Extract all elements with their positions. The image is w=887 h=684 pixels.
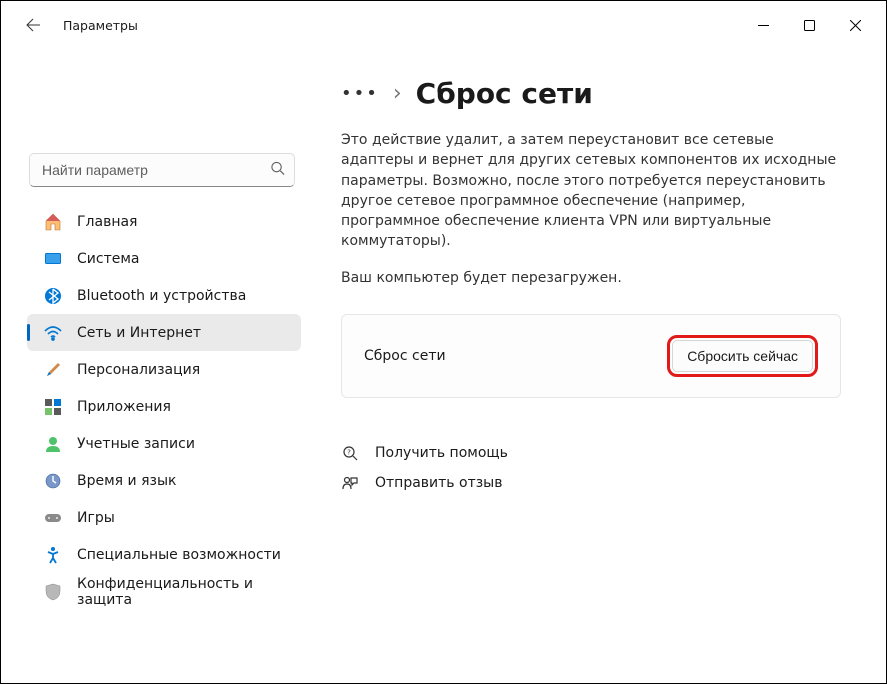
bluetooth-icon [43, 286, 63, 306]
breadcrumb-ellipsis[interactable]: ••• [341, 83, 379, 104]
chevron-right-icon: › [393, 81, 402, 106]
sidebar-nav: Главная Система Bluetooth и устройства С… [1, 203, 309, 610]
sidebar-item-bluetooth[interactable]: Bluetooth и устройства [27, 277, 301, 314]
home-icon [43, 212, 63, 232]
feedback-icon [341, 474, 359, 492]
get-help-link[interactable]: ? Получить помощь [341, 438, 841, 468]
sidebar-item-home[interactable]: Главная [27, 203, 301, 240]
sidebar-item-label: Игры [77, 510, 115, 526]
sidebar-item-network[interactable]: Сеть и Интернет [27, 314, 301, 351]
page-title: Сброс сети [416, 77, 593, 110]
minimize-button[interactable] [740, 10, 786, 40]
sidebar-item-privacy[interactable]: Конфиденциальность и защита [27, 573, 301, 610]
accessibility-icon [43, 545, 63, 565]
reset-now-button[interactable]: Сбросить сейчас [672, 340, 813, 372]
sidebar-item-label: Система [77, 251, 139, 267]
feedback-link-label: Отправить отзыв [375, 475, 502, 491]
app-title: Параметры [63, 18, 138, 33]
profile-spacer [1, 49, 309, 149]
maximize-button[interactable] [786, 10, 832, 40]
sidebar-item-label: Конфиденциальность и защита [77, 576, 291, 608]
sidebar-item-label: Bluetooth и устройства [77, 288, 246, 304]
page-description: Это действие удалит, а затем переустанов… [341, 130, 841, 252]
svg-text:?: ? [347, 448, 351, 456]
feedback-link[interactable]: Отправить отзыв [341, 468, 841, 498]
clock-globe-icon [43, 471, 63, 491]
page-subtext: Ваш компьютер будет перезагружен. [341, 270, 852, 286]
sidebar-item-accessibility[interactable]: Специальные возможности [27, 536, 301, 573]
highlight-annotation: Сбросить сейчас [667, 335, 818, 377]
paintbrush-icon [43, 360, 63, 380]
sidebar-item-time-language[interactable]: Время и язык [27, 462, 301, 499]
search-container [29, 153, 295, 187]
sidebar-item-gaming[interactable]: Игры [27, 499, 301, 536]
close-button[interactable] [832, 10, 878, 40]
sidebar-item-label: Специальные возможности [77, 547, 281, 563]
sidebar-item-apps[interactable]: Приложения [27, 388, 301, 425]
network-reset-card: Сброс сети Сбросить сейчас [341, 314, 841, 398]
shield-icon [43, 582, 63, 602]
sidebar-item-label: Сеть и Интернет [77, 325, 201, 341]
sidebar-item-label: Приложения [77, 399, 171, 415]
sidebar-item-label: Главная [77, 214, 137, 230]
sidebar-item-system[interactable]: Система [27, 240, 301, 277]
help-links: ? Получить помощь Отправить отзыв [341, 438, 841, 498]
back-button[interactable] [17, 9, 49, 41]
titlebar: Параметры [1, 1, 886, 49]
apps-icon [43, 397, 63, 417]
person-icon [43, 434, 63, 454]
card-title: Сброс сети [364, 348, 446, 364]
help-link-label: Получить помощь [375, 445, 508, 461]
sidebar-item-label: Время и язык [77, 473, 176, 489]
wifi-icon [43, 323, 63, 343]
breadcrumb: ••• › Сброс сети [341, 77, 852, 110]
system-icon [43, 249, 63, 269]
arrow-left-icon [25, 17, 41, 33]
sidebar-item-label: Персонализация [77, 362, 200, 378]
sidebar-item-personalization[interactable]: Персонализация [27, 351, 301, 388]
help-icon: ? [341, 444, 359, 462]
sidebar-item-accounts[interactable]: Учетные записи [27, 425, 301, 462]
sidebar: Главная Система Bluetooth и устройства С… [1, 49, 313, 683]
gamepad-icon [43, 508, 63, 528]
main-content: ••• › Сброс сети Это действие удалит, а … [313, 49, 886, 683]
search-input[interactable] [29, 153, 295, 187]
window-controls [740, 10, 878, 40]
sidebar-item-label: Учетные записи [77, 436, 195, 452]
